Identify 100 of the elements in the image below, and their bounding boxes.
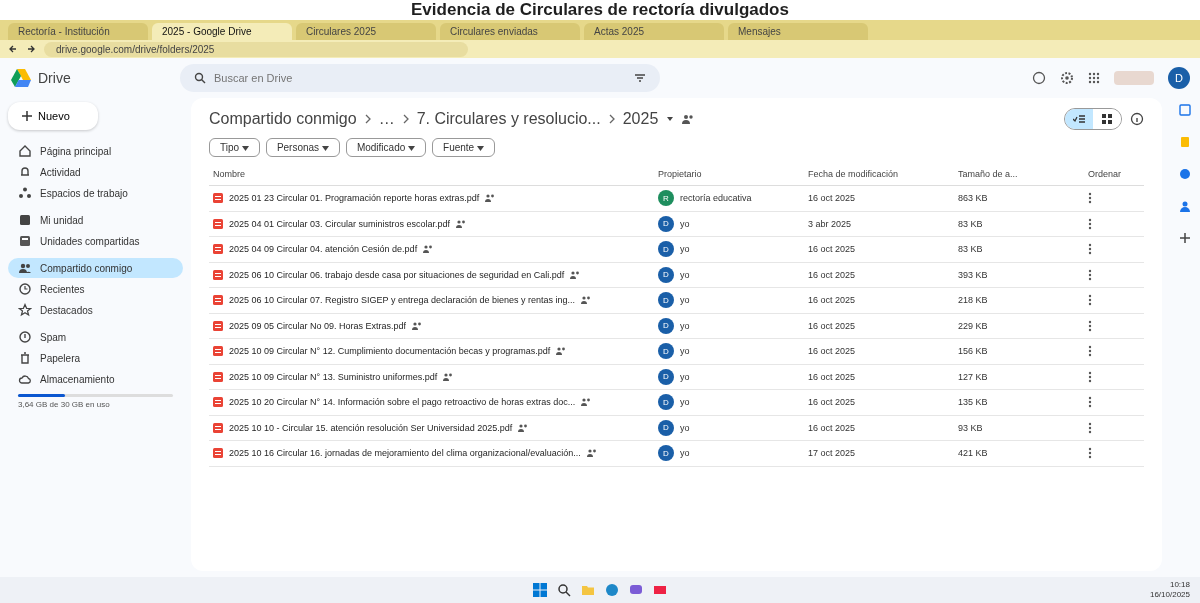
file-name[interactable]: 2025 10 10 - Circular 15. atención resolución Ser Universidad 2025.pdf xyxy=(229,422,513,433)
file-size: 229 KB xyxy=(958,320,988,331)
pdf-file-icon xyxy=(213,346,223,357)
shared-icon xyxy=(586,449,597,458)
filter-icon[interactable] xyxy=(634,72,646,84)
sidebar-item[interactable]: Espacios de trabajo xyxy=(8,183,183,203)
file-name[interactable]: 2025 10 09 Circular N° 13. Suministro uniformes.pdf xyxy=(229,371,438,382)
caret-icon[interactable] xyxy=(666,115,675,123)
page-caption: Evidencia de Circulares de rectoría divulgados xyxy=(411,0,789,20)
owner-name: yo xyxy=(680,422,690,433)
apps-grid-icon[interactable] xyxy=(1088,72,1100,84)
more-options-icon[interactable] xyxy=(1088,294,1092,307)
filter-chip[interactable]: Personas xyxy=(265,138,340,157)
caret-icon xyxy=(476,146,484,151)
breadcrumb-item[interactable]: … xyxy=(378,110,395,128)
browser-tab[interactable]: Mensajes xyxy=(728,23,868,40)
shared-icon xyxy=(581,296,592,305)
modified-date: 16 oct 2025 xyxy=(808,269,856,280)
owner-avatar: D xyxy=(658,317,674,334)
more-options-icon[interactable] xyxy=(1088,268,1092,281)
more-options-icon[interactable] xyxy=(1088,447,1092,460)
taskbar-clock[interactable]: 10:18 16/10/2025 xyxy=(1149,580,1190,600)
sidebar-item[interactable]: Destacados xyxy=(8,300,183,320)
filter-chip[interactable]: Fuente xyxy=(432,138,495,157)
sidebar-item[interactable]: Unidades compartidas xyxy=(8,231,183,251)
shared-icon xyxy=(485,194,496,203)
checklist-icon xyxy=(1073,114,1085,124)
modified-date: 16 oct 2025 xyxy=(808,193,856,204)
breadcrumb-item[interactable]: Compartido conmigo xyxy=(209,110,357,128)
more-options-icon[interactable] xyxy=(1088,192,1092,205)
file-size: 421 KB xyxy=(958,448,988,459)
shared-icon xyxy=(412,321,423,330)
file-name[interactable]: 2025 10 16 Circular 16. jornadas de mejoramiento del clima organizacional/evaluación... xyxy=(229,448,581,459)
modified-date: 16 oct 2025 xyxy=(808,320,856,331)
person-icon[interactable] xyxy=(1179,200,1191,212)
browser-tab[interactable]: Circulares 2025 xyxy=(296,23,436,40)
info-icon[interactable] xyxy=(1130,112,1144,126)
file-name[interactable]: 2025 06 10 Circular 07. Registro SIGEP y entrega declaración de bienes y rentas ing... xyxy=(229,295,576,306)
file-name[interactable]: 2025 09 05 Circular No 09. Horas Extras.pdf xyxy=(229,320,407,331)
pdf-file-icon xyxy=(213,193,223,204)
shared-icon xyxy=(581,398,592,407)
file-name[interactable]: 2025 10 20 Circular N° 14. Información sobre el pago retroactivo de horas extras doc... xyxy=(229,397,576,408)
shared-icon xyxy=(443,372,454,381)
shared-icon xyxy=(570,270,581,279)
people-icon xyxy=(18,261,32,275)
filter-chip[interactable]: Modificado xyxy=(345,138,427,157)
sidebar-item[interactable]: Spam xyxy=(8,327,183,347)
account-avatar[interactable]: D xyxy=(1168,67,1190,89)
more-options-icon[interactable] xyxy=(1088,243,1092,256)
search-icon[interactable] xyxy=(557,583,571,597)
grid-icon xyxy=(1102,114,1112,124)
column-header[interactable]: Tamaño de a... xyxy=(954,163,1084,186)
new-button[interactable]: Nuevo xyxy=(8,102,98,130)
back-icon[interactable] xyxy=(8,44,18,54)
owner-name: yo xyxy=(680,244,690,255)
more-options-icon[interactable] xyxy=(1088,421,1092,434)
breadcrumb-item[interactable]: 2025 xyxy=(622,110,659,128)
file-name[interactable]: 2025 10 09 Circular N° 12. Cumplimiento documentación becas y programas.pdf xyxy=(229,346,551,357)
browser-tab[interactable]: Rectoría - Institución xyxy=(8,23,148,40)
browser-tab[interactable]: 2025 - Google Drive xyxy=(152,23,292,40)
windows-start-icon[interactable] xyxy=(533,583,547,597)
owner-avatar: D xyxy=(658,445,674,462)
list-view-button[interactable] xyxy=(1065,109,1093,129)
sidebar-item[interactable]: Página principal xyxy=(8,141,183,161)
owner-name: yo xyxy=(680,346,690,357)
breadcrumb-item[interactable]: 7. Circulares y resolucio... xyxy=(416,110,601,128)
plus-icon[interactable] xyxy=(1179,232,1191,244)
more-options-icon[interactable] xyxy=(1088,345,1092,358)
forward-icon[interactable] xyxy=(26,44,36,54)
file-name[interactable]: 2025 04 01 Circular 03. Circular suministros escolar.pdf xyxy=(229,218,451,229)
browser-tab[interactable]: Circulares enviadas xyxy=(440,23,580,40)
sidebar-item[interactable]: Compartido conmigo xyxy=(8,258,183,278)
pdf-file-icon xyxy=(213,295,223,306)
sidebar-item[interactable]: Mi unidad xyxy=(8,210,183,230)
more-options-icon[interactable] xyxy=(1088,396,1092,409)
pdf-file-icon xyxy=(213,320,223,331)
column-header[interactable]: Ordenar xyxy=(1084,163,1144,186)
filter-chip[interactable]: Tipo xyxy=(209,138,260,157)
column-header[interactable]: Fecha de modificación xyxy=(804,163,954,186)
column-header[interactable]: Propietario xyxy=(654,163,804,186)
search-field[interactable]: Buscar en Drive xyxy=(180,64,660,92)
sidebar-item[interactable]: Almacenamiento xyxy=(8,369,183,389)
shared-icon xyxy=(456,219,467,228)
settings-icon[interactable] xyxy=(1060,71,1074,85)
sidebar-item[interactable]: Papelera xyxy=(8,348,183,368)
more-options-icon[interactable] xyxy=(1088,319,1092,332)
sidebar-item[interactable]: Actividad xyxy=(8,162,183,182)
file-name[interactable]: 2025 06 10 Circular 06. trabajo desde casa por situaciones de seguridad en Cali.pdf xyxy=(229,269,565,280)
caret-icon xyxy=(241,146,249,151)
address-field[interactable]: drive.google.com/drive/folders/2025 xyxy=(44,41,468,57)
browser-tab[interactable]: Actas 2025 xyxy=(584,23,724,40)
column-header[interactable]: Nombre xyxy=(209,163,654,186)
sidebar-item[interactable]: Recientes xyxy=(8,279,183,299)
modified-date: 3 abr 2025 xyxy=(808,218,852,229)
more-options-icon[interactable] xyxy=(1088,370,1092,383)
file-name[interactable]: 2025 04 09 Circular 04. atención Cesión de.pdf xyxy=(229,244,418,255)
file-name[interactable]: 2025 01 23 Circular 01. Programación reporte horas extras.pdf xyxy=(229,193,480,204)
shared-icon xyxy=(423,245,434,254)
owner-avatar: D xyxy=(658,394,674,411)
more-options-icon[interactable] xyxy=(1088,217,1092,230)
